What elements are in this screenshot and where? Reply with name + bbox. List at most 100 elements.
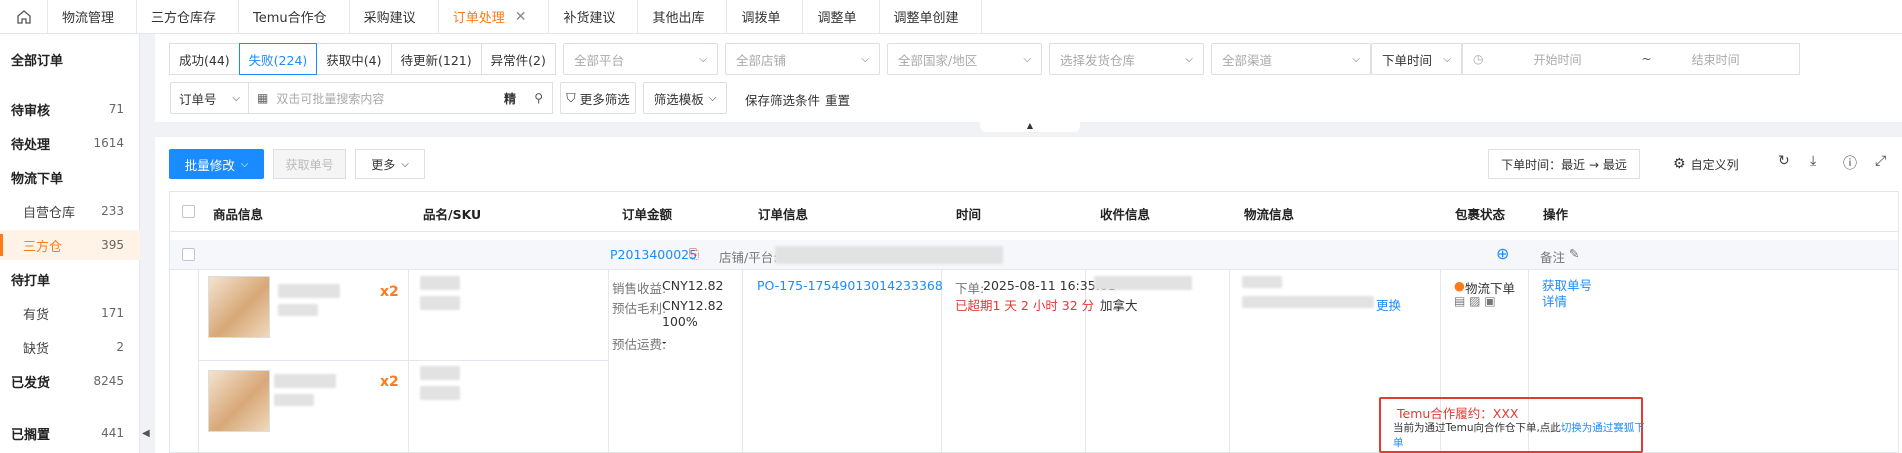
col-product: 商品信息 (213, 207, 264, 222)
col-package-status: 包裹状态 (1455, 207, 1506, 222)
tab-logistics[interactable]: 物流管理 (48, 0, 138, 33)
more-button[interactable]: 更多 ⌵ (355, 149, 425, 179)
shipping-value: - (662, 334, 667, 349)
sidebar-item-to-print[interactable]: 待打单 (0, 264, 140, 294)
po-number-link[interactable]: PO-175-17549013014233368 (757, 278, 943, 293)
collapse-filter-icon[interactable]: ▲ (980, 122, 1080, 132)
tab-replenishment[interactable]: 补货建议 (549, 0, 639, 33)
quantity-badge: x2 (380, 374, 399, 390)
store-name-redacted (775, 246, 1003, 264)
product-sku-redacted (278, 304, 318, 316)
reset-link[interactable]: 重置 (825, 90, 850, 109)
table-header: 商品信息 品名/SKU 订单金额 订单信息 时间 收件信息 物流信息 包裹状态 … (170, 192, 1898, 232)
search-field-select[interactable]: 订单号 ⌵ (170, 82, 249, 114)
product-image[interactable] (208, 276, 270, 338)
row-checkbox[interactable] (182, 248, 195, 261)
chevron-down-icon: ⌵ (240, 158, 249, 170)
chevron-down-icon: ⌵ (708, 92, 717, 104)
product-image[interactable] (208, 370, 270, 432)
download-icon[interactable]: ⤓ (1810, 153, 1816, 169)
tab-transfer[interactable]: 调拨单 (727, 0, 804, 33)
chevron-down-icon: ⌵ (232, 92, 240, 104)
platform-select[interactable]: 全部平台 ⌵ (563, 43, 718, 75)
sidebar-item-on-hold[interactable]: 已搁置 441 (0, 418, 140, 448)
filter-template-select[interactable]: 筛选模板 ⌵ (643, 82, 727, 114)
status-fetching[interactable]: 获取中(4) (316, 43, 392, 75)
help-icon[interactable]: ⓘ (1843, 153, 1857, 173)
channel-select[interactable]: 全部渠道 ⌵ (1211, 43, 1371, 75)
order-id-link[interactable]: P2013400025 (610, 247, 697, 262)
status-exception[interactable]: 异常件(2) (480, 43, 556, 75)
quantity-badge: x2 (380, 284, 399, 300)
warehouse-select[interactable]: 选择发货仓库 ⌵ (1049, 43, 1204, 75)
collapse-sidebar-icon[interactable]: ◀ (142, 428, 152, 442)
tab-order-processing[interactable]: 订单处理 ✕ (438, 0, 550, 33)
sidebar-item-pending-review[interactable]: 待审核 71 (0, 94, 140, 124)
tab-other-outbound[interactable]: 其他出库 (638, 0, 728, 33)
recipient-country: 加拿大 (1100, 298, 1138, 313)
sidebar-item-own-warehouse[interactable]: 自营仓库 233 (0, 196, 140, 226)
tab-purchase-suggestion[interactable]: 采购建议 (350, 0, 439, 33)
package-action-icons[interactable]: ▤ ▨ ▣ (1454, 294, 1496, 308)
chevron-down-icon: ⌵ (1023, 53, 1031, 65)
col-recipient: 收件信息 (1100, 207, 1151, 222)
edit-icon[interactable]: ✎ (1569, 246, 1579, 261)
logistics-redacted (1242, 276, 1282, 288)
sidebar-item-logistics-order[interactable]: 物流下单 (0, 162, 140, 192)
tab-adjustment[interactable]: 调整单 (803, 0, 880, 33)
change-link[interactable]: 更换 (1376, 295, 1401, 314)
fullscreen-icon[interactable]: ⤢ (1875, 153, 1886, 169)
overdue-text: 已超期1 天 2 小时 32 分 (955, 298, 1095, 313)
more-filter-button[interactable]: ⛉ 更多筛选 (560, 82, 636, 114)
custom-column-button[interactable]: ⚙ 自定义列 (1673, 149, 1739, 179)
start-date-input[interactable]: 开始时间 (1533, 51, 1581, 68)
status-to-update[interactable]: 待更新(121) (390, 43, 482, 75)
sidebar-item-shipped[interactable]: 已发货 8245 (0, 366, 140, 396)
time-type-select[interactable]: 下单时间 ⌵ (1371, 43, 1462, 75)
store-label: 店铺/平台: (719, 250, 778, 265)
sidebar-item-all[interactable]: 全部订单 (0, 44, 140, 74)
detail-link[interactable]: 详情 (1542, 291, 1567, 310)
chevron-down-icon: ⌵ (1352, 53, 1360, 65)
batch-modify-button[interactable]: 批量修改 ⌵ (169, 149, 264, 179)
store-select[interactable]: 全部店铺 ⌵ (725, 43, 880, 75)
refresh-icon[interactable]: ↻ (1778, 153, 1790, 169)
sku-redacted (420, 366, 460, 380)
end-date-input[interactable]: 结束时间 (1692, 51, 1740, 68)
chevron-down-icon: ⌵ (699, 53, 707, 65)
search-input[interactable]: ▦ 双击可批量搜索内容 精 ⚲ (248, 82, 553, 114)
country-select[interactable]: 全部国家/地区 ⌵ (887, 43, 1042, 75)
close-icon[interactable]: ✕ (515, 9, 527, 25)
tab-adjustment-create[interactable]: 调整单创建 (880, 0, 982, 33)
select-all-checkbox[interactable] (182, 205, 195, 218)
sidebar-item-third-party[interactable]: 三方仓 395 (0, 230, 140, 260)
status-segment: 成功(44) 失败(224) 获取中(4) 待更新(121) 异常件(2) (169, 43, 556, 75)
clipboard-icon[interactable]: ⎘ (689, 246, 699, 262)
fetch-number-button[interactable]: 获取单号 (273, 149, 346, 179)
profit-percent: 100% (662, 314, 698, 329)
search-icon[interactable]: ⚲ (534, 91, 543, 105)
sidebar-item-pending[interactable]: 待处理 1614 (0, 128, 140, 158)
sidebar-item-in-stock[interactable]: 有货 171 (0, 298, 140, 328)
chevron-down-icon: ⌵ (1443, 53, 1451, 65)
home-icon[interactable] (0, 0, 48, 33)
add-icon[interactable]: ⊕ (1496, 244, 1509, 263)
sale-value: CNY12.82 (662, 278, 724, 293)
col-order-info: 订单信息 (758, 207, 809, 222)
status-failed[interactable]: 失败(224) (238, 43, 318, 75)
recipient-redacted (1094, 276, 1192, 290)
tab-temu-warehouse[interactable]: Temu合作仓 (239, 0, 350, 33)
save-filter-link[interactable]: 保存筛选条件 (745, 90, 820, 109)
clock-icon: ◷ (1473, 52, 1484, 66)
filter-panel: 成功(44) 失败(224) 获取中(4) 待更新(121) 异常件(2) 全部… (155, 34, 1902, 122)
logistics-redacted (1242, 296, 1374, 308)
shipping-label: 预估运费: (612, 337, 667, 352)
tab-third-party-inventory[interactable]: 三方仓库存 (137, 0, 240, 33)
exact-search-toggle[interactable]: 精 (504, 90, 516, 107)
sort-toggle[interactable]: 下单时间：最近 → 最远 (1488, 149, 1640, 179)
status-success[interactable]: 成功(44) (169, 43, 240, 75)
sidebar-item-out-of-stock[interactable]: 缺货 2 (0, 332, 140, 362)
sku-redacted (420, 276, 460, 290)
date-range-picker[interactable]: ◷ 开始时间 ~ 结束时间 (1462, 43, 1800, 75)
col-sku: 品名/SKU (423, 207, 482, 222)
